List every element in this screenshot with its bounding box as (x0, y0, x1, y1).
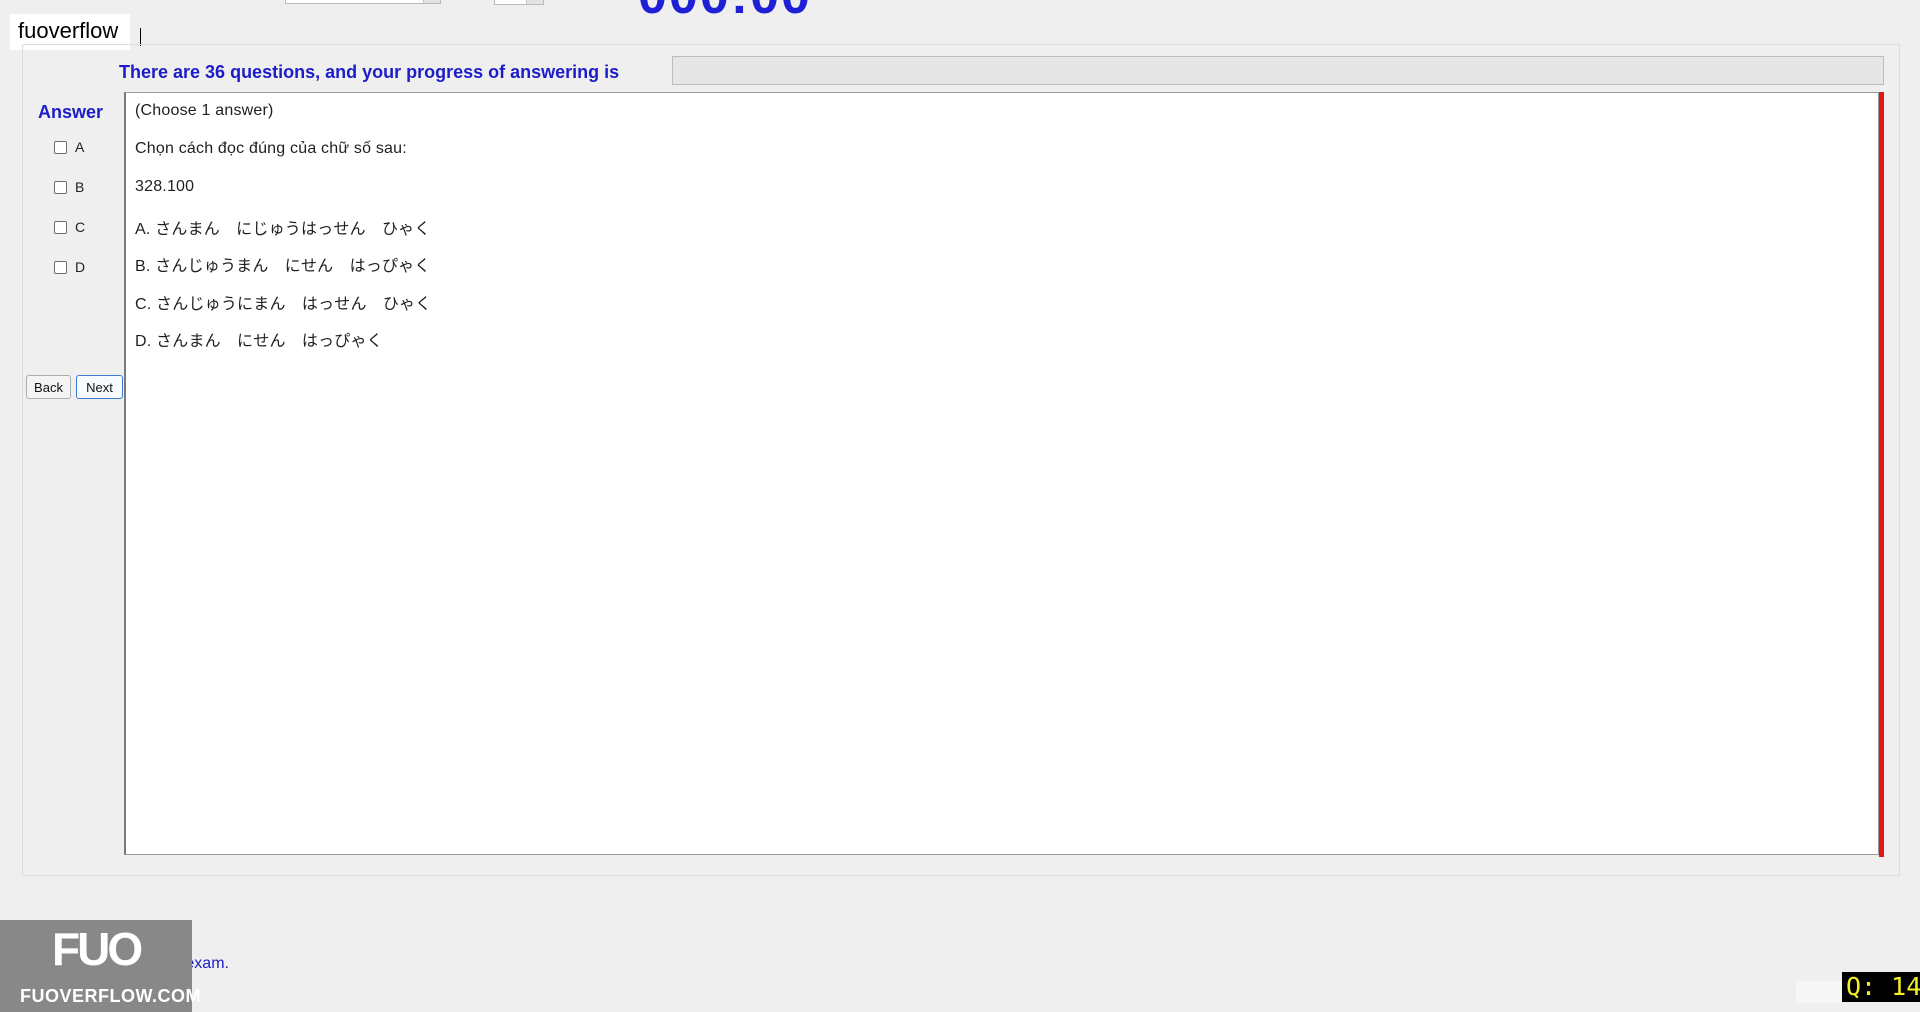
question-area (124, 92, 1879, 855)
checkbox-b[interactable] (54, 180, 67, 194)
answer-option-label: C (75, 219, 86, 235)
checkbox-d[interactable] (54, 260, 67, 274)
question-choice-a: A. さんまん にじゅうはっせん ひゃく (135, 221, 431, 238)
answer-option-c[interactable]: C (54, 219, 85, 235)
status-field (1796, 981, 1842, 1003)
answer-option-label: D (75, 259, 86, 275)
timer: 000:00 (638, 0, 812, 22)
answer-option-a[interactable]: A (54, 139, 84, 155)
question-choice-c: C. さんじゅうにまん はっせん ひゃく (135, 296, 432, 313)
question-choice-d: D. さんまん にせん はっぴゃく (135, 333, 383, 350)
answer-option-label: A (75, 139, 85, 155)
dropdown-arrow-icon (526, 0, 543, 4)
font-size-dropdown[interactable] (494, 0, 544, 5)
question-instruction: (Choose 1 answer) (135, 102, 274, 119)
exam-code-dropdown[interactable] (285, 0, 441, 4)
logo-site-text: FUOVERFLOW.COM (20, 986, 201, 1006)
question-prompt: Chọn cách đọc đúng của chữ số sau: (135, 140, 407, 157)
answer-option-d[interactable]: D (54, 259, 85, 275)
fuoverflow-logo: FUO FUOVERFLOW.COM (0, 920, 201, 1012)
back-button[interactable]: Back (26, 375, 71, 399)
question-number: 328.100 (135, 178, 195, 195)
progress-bar (672, 56, 1884, 85)
question-choice-b: B. さんじゅうまん にせん はっぴゃく (135, 258, 431, 275)
question-counter: Q: 14 (1842, 972, 1920, 1002)
dropdown-arrow-icon (423, 0, 440, 3)
checkbox-a[interactable] (54, 140, 67, 154)
answer-option-label: B (75, 179, 85, 195)
scroll-indicator-bar (1879, 92, 1884, 857)
checkbox-c[interactable] (54, 220, 67, 234)
answer-option-b[interactable]: B (54, 179, 84, 195)
answer-title: Answer (38, 102, 104, 122)
progress-label: There are 36 questions, and your progres… (119, 62, 620, 82)
next-button[interactable]: Next (76, 375, 123, 399)
logo-mark: FUO (52, 923, 143, 975)
